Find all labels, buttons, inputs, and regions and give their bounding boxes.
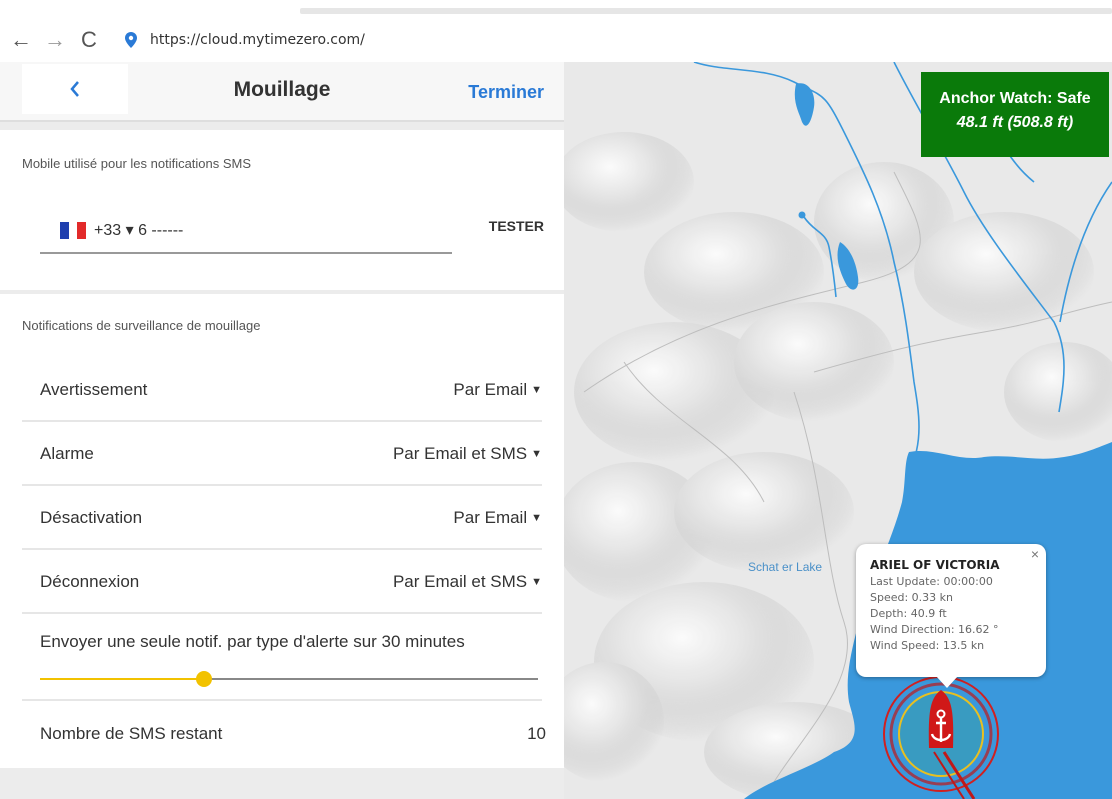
tab-bar	[300, 8, 1112, 14]
option-select[interactable]: Par Email et SMS ▼	[393, 444, 542, 464]
option-select[interactable]: Par Email et SMS ▼	[393, 572, 542, 592]
option-label: Alarme	[40, 444, 94, 463]
popup-depth: Depth: 40.9 ft	[870, 607, 947, 620]
forward-arrow-icon[interactable]: →	[42, 29, 68, 51]
lake-label: Schat er Lake	[748, 560, 823, 574]
option-row-alarm[interactable]: Alarme Par Email et SMS ▼	[22, 422, 542, 486]
caret-down-icon: ▼	[531, 576, 542, 588]
anchor-watch-title: Anchor Watch: Safe	[939, 90, 1091, 107]
popup-last-update: Last Update: 00:00:00	[870, 575, 993, 588]
divider	[22, 699, 542, 701]
slider-thumb[interactable]	[196, 671, 213, 687]
france-flag-icon[interactable]	[60, 222, 87, 239]
option-select[interactable]: Par Email ▼	[453, 508, 542, 528]
browser-toolbar: ← → C https://cloud.mytimezero.com/	[0, 18, 1112, 62]
vessel-name: ARIEL OF VICTORIA	[870, 558, 1000, 572]
popup-wind-speed: Wind Speed: 13.5 kn	[870, 639, 985, 652]
map-view[interactable]: Anchor Watch: Safe 48.1 ft (508.8 ft) Sc…	[564, 62, 1112, 799]
reload-icon[interactable]: C	[76, 29, 102, 51]
sms-section-title: Mobile utilisé pour les notifications SM…	[22, 156, 252, 171]
option-label: Désactivation	[40, 508, 143, 527]
caret-down-icon: ▼	[531, 384, 542, 396]
vessel-info-popup: × ARIEL OF VICTORIA Last Update: 00:00:0…	[856, 544, 1046, 688]
sms-phone-card: Mobile utilisé pour les notifications SM…	[0, 130, 564, 290]
option-label: Avertissement	[40, 380, 148, 399]
notification-interval-slider[interactable]	[40, 671, 538, 687]
option-row-warning[interactable]: Avertissement Par Email ▼	[22, 358, 542, 422]
close-icon[interactable]: ×	[1031, 546, 1039, 562]
sms-remaining-row: Nombre de SMS restant 10	[22, 702, 546, 762]
done-button[interactable]: Terminer	[468, 82, 544, 103]
option-value: Par Email	[453, 508, 528, 527]
panel-header: Mouillage Terminer	[0, 62, 564, 122]
address-bar[interactable]: https://cloud.mytimezero.com/	[150, 32, 365, 48]
sms-remaining-value: 10	[527, 724, 546, 743]
back-arrow-icon[interactable]: ←	[8, 29, 34, 51]
option-value: Par Email et SMS	[392, 444, 528, 463]
pond	[798, 211, 806, 219]
test-button[interactable]: TESTER	[489, 218, 544, 234]
popup-wind-direction: Wind Direction: 16.62 °	[870, 623, 999, 636]
single-notification-label: Envoyer une seule notif. par type d'aler…	[40, 632, 465, 651]
option-value: Par Email et SMS	[392, 572, 528, 591]
option-row-deactivation[interactable]: Désactivation Par Email ▼	[22, 486, 542, 550]
phone-number-value: +33 ▾ 6 ------	[94, 222, 184, 239]
option-row-disconnection[interactable]: Déconnexion Par Email et SMS ▼	[22, 550, 542, 614]
option-label: Déconnexion	[40, 572, 140, 591]
option-select[interactable]: Par Email ▼	[453, 380, 542, 400]
sms-remaining-label: Nombre de SMS restant	[40, 724, 223, 743]
anchor-watch-distance: 48.1 ft (508.8 ft)	[956, 114, 1074, 131]
phone-number-field[interactable]: +33 ▾ 6 ------	[40, 208, 452, 254]
browser-tab-strip	[0, 0, 1112, 18]
anchor-watch-status: Anchor Watch: Safe 48.1 ft (508.8 ft)	[921, 72, 1109, 157]
popup-speed: Speed: 0.33 kn	[870, 591, 954, 604]
terrain-map	[564, 62, 1112, 799]
caret-down-icon: ▼	[531, 512, 542, 524]
popup-tip	[936, 676, 958, 688]
location-pin-icon	[124, 31, 138, 49]
caret-down-icon: ▼	[531, 448, 542, 460]
watch-section-title: Notifications de surveillance de mouilla…	[22, 318, 261, 333]
settings-panel: Mouillage Terminer Mobile utilisé pour l…	[0, 62, 564, 799]
option-value: Par Email	[453, 380, 528, 399]
slider-fill	[40, 678, 205, 680]
anchor-watch-notifications-card: Notifications de surveillance de mouilla…	[0, 294, 564, 768]
